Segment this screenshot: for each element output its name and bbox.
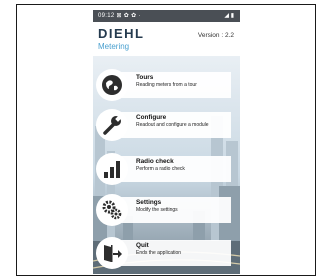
signal-battery-icon: ◢ ▮ (224, 13, 234, 19)
menu-item-description: Modify the settings (136, 207, 178, 213)
gears-icon (96, 194, 128, 226)
menu-item-title: Configure (136, 114, 167, 121)
signal-bars-icon (96, 153, 128, 185)
wrench-icon (96, 109, 128, 141)
menu-item-title: Radio check (136, 158, 174, 165)
menu-item-title: Tours (136, 74, 154, 81)
status-time: 09:12 (98, 13, 115, 19)
status-indicators: ⊠ ✿ ✿ · (116, 13, 141, 19)
menu-item-description: Reading meters from a tour (136, 82, 197, 88)
brand-subtitle: Metering (98, 42, 130, 51)
brand-logo: DIEHL (98, 26, 145, 41)
exit-door-icon (96, 237, 128, 269)
status-time-and-indicators: 09:12 ⊠ ✿ ✿ · (98, 12, 141, 19)
app-header: DIEHL Metering Version : 2.2 (93, 22, 240, 56)
menu-item-description: Perform a radio check (136, 166, 185, 172)
version-label: Version : 2.2 (197, 32, 234, 39)
menu-item-title: Quit (136, 242, 149, 249)
menu-item-description: Readout and configure a module (136, 122, 209, 128)
menu-item-description: Ends the application (136, 250, 182, 256)
tours-globe-icon (96, 69, 128, 101)
status-bar: 09:12 ⊠ ✿ ✿ · ◢ ▮ (93, 10, 240, 22)
menu-item-title: Settings (136, 199, 162, 206)
phone-screen: 09:12 ⊠ ✿ ✿ · ◢ ▮ DIEHL Metering Version… (93, 10, 240, 274)
